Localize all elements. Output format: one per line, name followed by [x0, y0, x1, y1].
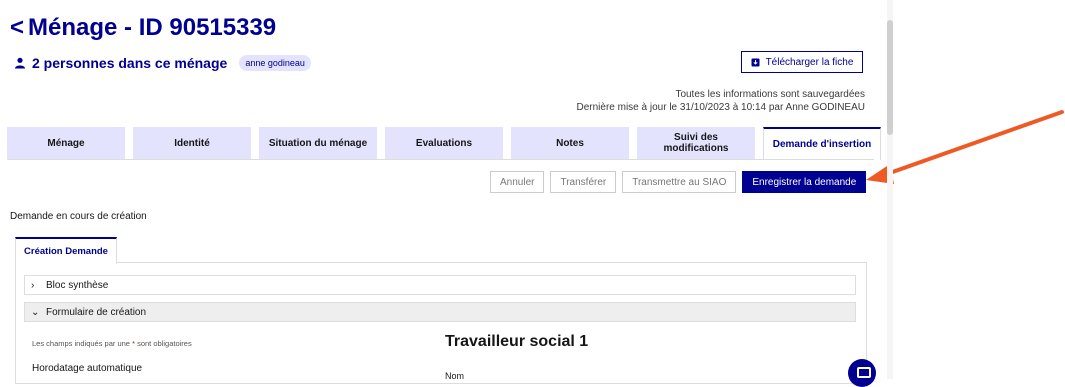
- save-request-button[interactable]: Enregistrer la demande: [742, 171, 867, 193]
- cancel-button[interactable]: Annuler: [490, 171, 545, 193]
- tab-evaluations[interactable]: Evaluations: [385, 127, 503, 159]
- nom-label: Nom: [445, 371, 465, 381]
- required-note-suffix: sont obligatoires: [137, 339, 192, 348]
- person-icon: [15, 57, 25, 69]
- persons-count: 2 personnes dans ce ménage anne godineau: [14, 55, 311, 71]
- accordion-bloc-synthese[interactable]: › Bloc synthèse: [24, 275, 856, 295]
- action-buttons: Annuler Transférer Transmettre au SIAO E…: [490, 171, 867, 193]
- travailleur-social-title: Travailleur social 1: [445, 333, 589, 350]
- save-status-line1: Toutes les informations sont sauvegardée…: [675, 89, 865, 100]
- horodatage-label: Horodatage automatique: [32, 363, 143, 374]
- chevron-right-icon: ›: [31, 279, 35, 291]
- scrollbar-thumb[interactable]: [887, 20, 893, 135]
- accordion-bloc-synthese-label: Bloc synthèse: [46, 279, 109, 291]
- accordion-formulaire-creation[interactable]: ⌄ Formulaire de création: [24, 302, 856, 322]
- request-status-text: Demande en cours de création: [10, 211, 147, 222]
- chevron-down-icon: ⌄: [31, 306, 40, 318]
- page-title-text: Ménage - ID 90515339: [28, 14, 277, 41]
- accordion-formulaire-creation-label: Formulaire de création: [46, 306, 147, 318]
- tab-situation[interactable]: Situation du ménage: [259, 127, 377, 159]
- save-status: Toutes les informations sont sauvegardée…: [577, 88, 866, 114]
- tab-suivi-modifications[interactable]: Suivi des modifications: [637, 127, 755, 159]
- page-title: < Ménage - ID 90515339: [10, 14, 276, 42]
- tab-creation-demande[interactable]: Création Demande: [15, 237, 117, 264]
- required-fields-note: Les champs indiqués par une * sont oblig…: [32, 339, 192, 348]
- back-chevron-icon[interactable]: <: [10, 14, 24, 42]
- tab-menage[interactable]: Ménage: [7, 127, 125, 159]
- person-badge[interactable]: anne godineau: [239, 55, 311, 71]
- tab-divider: [7, 159, 874, 160]
- tab-bar: Ménage Identité Situation du ménage Eval…: [7, 127, 889, 160]
- required-star: *: [132, 339, 135, 348]
- chat-icon[interactable]: [848, 359, 876, 387]
- download-icon: [751, 58, 760, 66]
- save-status-line2: Dernière mise à jour le 31/10/2023 à 10:…: [576, 102, 866, 113]
- tab-notes[interactable]: Notes: [511, 127, 629, 159]
- required-note-prefix: Les champs indiqués par une: [32, 339, 130, 348]
- tab-identite[interactable]: Identité: [133, 127, 251, 159]
- download-sheet-button[interactable]: Télécharger la fiche: [741, 51, 863, 73]
- persons-count-text: 2 personnes dans ce ménage: [32, 55, 228, 71]
- transfer-button[interactable]: Transférer: [550, 171, 617, 193]
- transmit-siao-button[interactable]: Transmettre au SIAO: [622, 171, 737, 193]
- download-sheet-label: Télécharger la fiche: [765, 56, 854, 68]
